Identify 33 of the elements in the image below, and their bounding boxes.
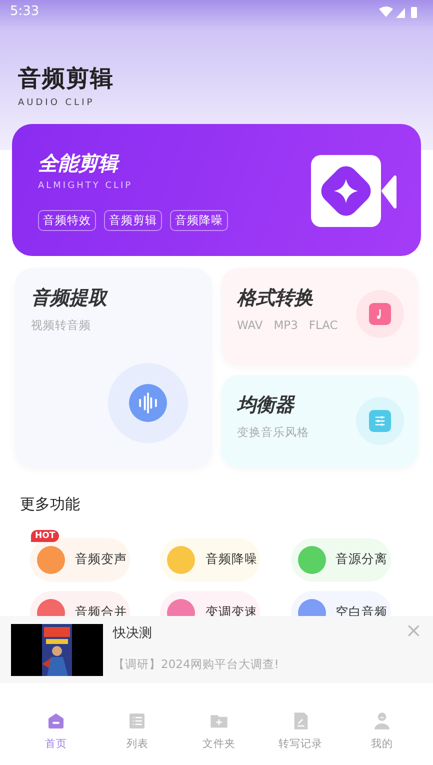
card-title: 音频提取: [31, 286, 109, 311]
feature-pill[interactable]: 音频变声: [30, 538, 130, 582]
card-subtitle: WAV MP3 FLAC: [237, 316, 339, 334]
feature-pill[interactable]: 音频降噪: [160, 538, 260, 582]
card-title: 格式转换: [237, 286, 314, 311]
tag[interactable]: 音频特效: [38, 210, 96, 231]
nav-tab[interactable]: 转写记录: [270, 711, 331, 765]
banner-subtitle: ALMIGHTY CLIP: [38, 180, 134, 193]
card-subtitle: 变换音乐风格: [237, 424, 310, 440]
nav-tab[interactable]: 我的: [352, 711, 412, 765]
tag[interactable]: 音频降噪: [170, 210, 228, 231]
banner-title: 全能剪辑: [38, 150, 121, 177]
banner-card[interactable]: 全能剪辑 ALMIGHTY CLIP 音频特效 音频剪辑 音频降噪: [12, 124, 421, 256]
card-title: 均衡器: [237, 393, 296, 418]
app-subtitle: AUDIO CLIP: [18, 96, 96, 110]
status-time: 5:33: [10, 3, 40, 22]
video-camera-icon: [311, 155, 397, 227]
section-title: 更多功能: [20, 494, 80, 515]
hot-badge: HOT: [31, 530, 60, 542]
nav-tab[interactable]: 列表: [107, 711, 168, 765]
list-icon: [127, 711, 148, 731]
feature-card[interactable]: 音频提取 视频转音频: [15, 268, 212, 467]
feature-card[interactable]: 格式转换 WAV MP3 FLAC: [221, 268, 418, 365]
card-subtitle: 视频转音频: [31, 316, 92, 334]
ad-text: 【调研】2024网购平台大调查!: [113, 656, 279, 672]
nav-tab[interactable]: 首页: [26, 711, 86, 765]
tag[interactable]: 音频剪辑: [104, 210, 162, 231]
feature-card[interactable]: 均衡器 变换音乐风格: [221, 375, 418, 467]
feature-pill[interactable]: 音源分离: [290, 538, 391, 582]
home-icon: [46, 711, 66, 731]
user-icon: [372, 711, 392, 731]
nav-tab[interactable]: 文件夹: [188, 711, 249, 765]
app-title: 音频剪辑: [18, 65, 115, 94]
